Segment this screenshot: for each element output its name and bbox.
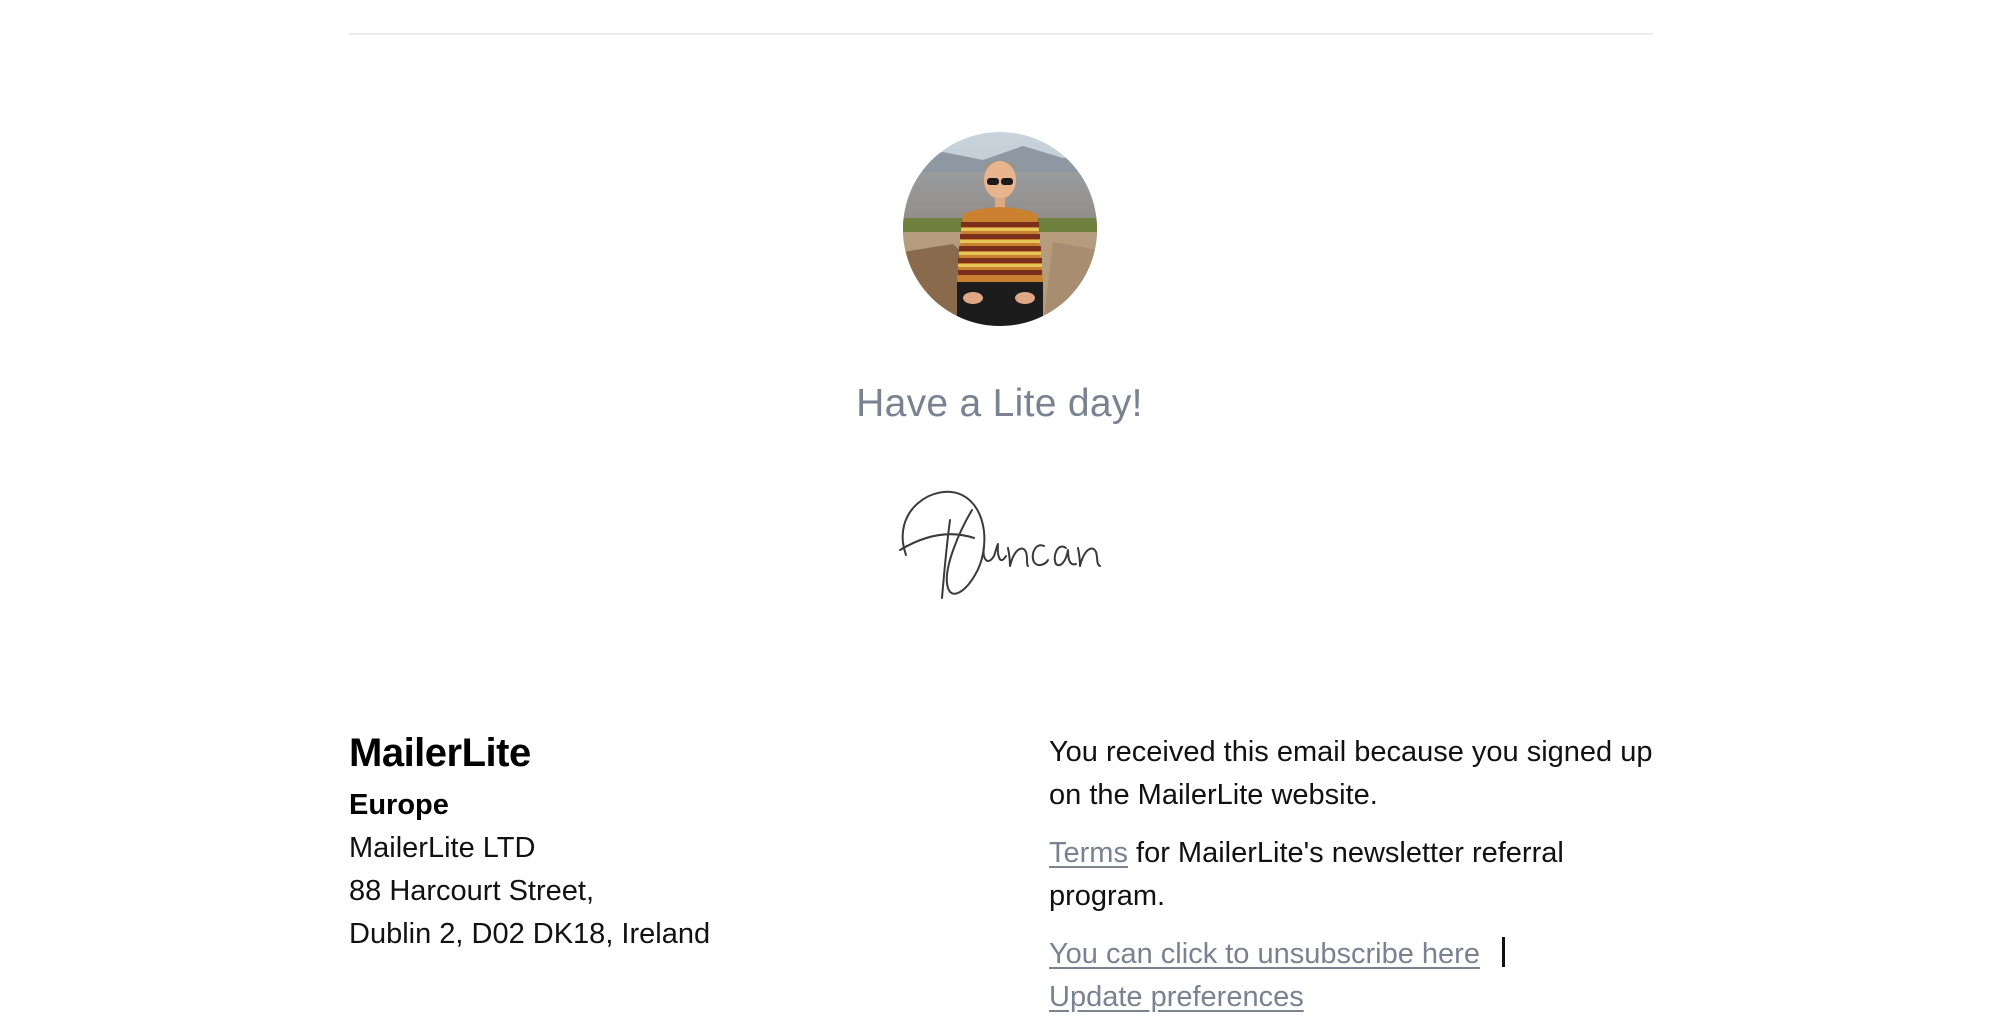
- brand-name: MailerLite: [349, 731, 531, 775]
- region-label: Europe: [349, 789, 449, 821]
- avatar-photo-icon: [903, 132, 1097, 326]
- signup-reason-text: You received this email because you sign…: [1049, 736, 1653, 811]
- top-divider: [349, 33, 1653, 35]
- address-city: Dublin 2, D02 DK18, Ireland: [349, 918, 711, 950]
- avatar: [903, 132, 1097, 326]
- update-preferences-link[interactable]: Update preferences: [1049, 981, 1304, 1013]
- greeting-text: Have a Lite day!: [856, 382, 1143, 425]
- address-company: MailerLite LTD: [349, 832, 536, 864]
- footer-info-block: You received this email because you sign…: [1049, 731, 1669, 1034]
- address-street: 88 Harcourt Street,: [349, 875, 594, 907]
- link-separator: [1501, 937, 1505, 967]
- footer-address-block: MailerLite Europe MailerLite LTD 88 Harc…: [349, 728, 949, 956]
- terms-link[interactable]: Terms: [1049, 837, 1128, 869]
- terms-paragraph: Terms for MailerLite's newsletter referr…: [1049, 832, 1669, 918]
- handwritten-signature-icon: [899, 490, 1101, 599]
- unsubscribe-link[interactable]: You can click to unsubscribe here: [1049, 938, 1480, 970]
- subscription-links: You can click to unsubscribe here Update …: [1049, 933, 1669, 1019]
- signature-image: [880, 470, 1120, 620]
